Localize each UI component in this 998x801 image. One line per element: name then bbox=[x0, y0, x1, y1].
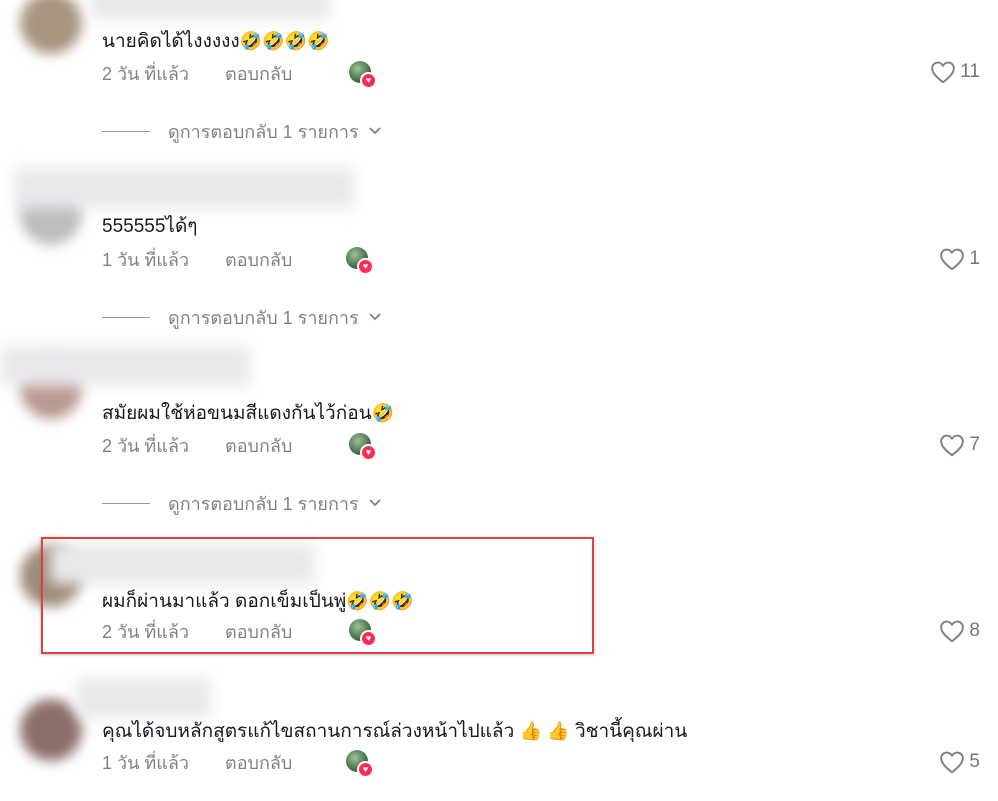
like-button[interactable]: 7 bbox=[939, 430, 980, 460]
chevron-down-icon bbox=[369, 313, 381, 321]
heart-outline-icon bbox=[940, 434, 965, 457]
reply-button[interactable]: ตอบกลับ bbox=[225, 247, 292, 273]
reply-button[interactable]: ตอบกลับ bbox=[225, 750, 292, 776]
divider bbox=[102, 316, 150, 318]
view-replies-label: ดูการตอบกลับ 1 รายการ bbox=[168, 121, 359, 142]
reply-button[interactable]: ตอบกลับ bbox=[225, 433, 292, 459]
username-blurred[interactable] bbox=[14, 168, 354, 208]
view-replies-button[interactable]: ดูการตอบกลับ 1 รายการ bbox=[102, 304, 383, 330]
heart-outline-icon bbox=[940, 620, 965, 643]
emoji: 👍 bbox=[519, 721, 542, 741]
comment-text-row: สมัยผมใช้ห่อขนมสีแดงกันไว้ก่อน🤣 bbox=[102, 400, 394, 427]
comment-text-row: 555555ได้ๆ bbox=[102, 214, 198, 240]
view-replies-label: ดูการตอบกลับ 1 รายการ bbox=[168, 493, 359, 514]
emoji: 🤣 bbox=[262, 31, 285, 51]
comment-meta: 2 วัน ที่แล้ว ตอบกลับ bbox=[102, 619, 292, 645]
comment-time: 2 วัน ที่แล้ว bbox=[102, 622, 190, 642]
comment-list: นายคิดได้ไงงงงง🤣🤣🤣🤣 2 วัน ที่แล้ว ตอบกลับ… bbox=[0, 0, 998, 801]
heart-icon: ♥ bbox=[357, 761, 374, 778]
heart-outline-icon bbox=[931, 61, 956, 84]
emoji: 🤣 bbox=[284, 31, 307, 51]
like-count: 5 bbox=[969, 751, 980, 772]
username-blurred[interactable] bbox=[0, 346, 250, 386]
comment-time: 2 วัน ที่แล้ว bbox=[102, 436, 190, 456]
comment-text-row: คุณได้จบหลักสูตรแก้ไขสถานการณ์ล่วงหน้าไป… bbox=[102, 718, 687, 745]
heart-icon: ♥ bbox=[357, 258, 374, 275]
reply-button[interactable]: ตอบกลับ bbox=[225, 619, 292, 645]
comment-text: นายคิดได้ไงงงงง bbox=[102, 31, 240, 52]
creator-liked-badge: ♥ bbox=[349, 61, 377, 89]
heart-icon: ♥ bbox=[360, 72, 377, 89]
divider bbox=[102, 502, 150, 504]
like-count: 11 bbox=[960, 61, 980, 82]
like-button[interactable]: 8 bbox=[939, 616, 980, 646]
creator-liked-badge: ♥ bbox=[346, 750, 374, 778]
view-replies-button[interactable]: ดูการตอบกลับ 1 รายการ bbox=[102, 118, 383, 144]
emoji: 👍 bbox=[547, 721, 570, 741]
comment-text: สมัยผมใช้ห่อขนมสีแดงกันไว้ก่อน bbox=[102, 403, 372, 424]
comment-text-after: วิชานี้คุณผ่าน bbox=[574, 721, 688, 742]
avatar[interactable] bbox=[20, 699, 82, 761]
comment-text: 555555ได้ๆ bbox=[102, 216, 198, 237]
emoji: 🤣 bbox=[346, 591, 369, 611]
chevron-down-icon bbox=[369, 499, 381, 507]
like-count: 7 bbox=[969, 434, 980, 455]
comment-time: 2 วัน ที่แล้ว bbox=[102, 64, 190, 84]
comment-meta: 2 วัน ที่แล้ว ตอบกลับ bbox=[102, 433, 292, 459]
comment-text-row: นายคิดได้ไงงงงง🤣🤣🤣🤣 bbox=[102, 28, 329, 55]
emoji: 🤣 bbox=[306, 31, 330, 51]
heart-outline-icon bbox=[940, 248, 965, 271]
comment-time: 1 วัน ที่แล้ว bbox=[102, 753, 190, 773]
username-blurred[interactable] bbox=[50, 544, 315, 584]
reply-button[interactable]: ตอบกลับ bbox=[225, 61, 292, 87]
avatar[interactable] bbox=[20, 0, 82, 54]
view-replies-button[interactable]: ดูการตอบกลับ 1 รายการ bbox=[102, 490, 383, 516]
comment-text: ผมก็ผ่านมาแล้ว ดอกเข็มเป็นพู่ bbox=[102, 591, 347, 612]
comment-meta: 2 วัน ที่แล้ว ตอบกลับ bbox=[102, 61, 292, 87]
comment-meta: 1 วัน ที่แล้ว ตอบกลับ bbox=[102, 750, 292, 776]
like-button[interactable]: 1 bbox=[939, 244, 980, 274]
like-count: 1 bbox=[969, 248, 980, 269]
emoji: 🤣 bbox=[368, 591, 392, 611]
username-blurred[interactable] bbox=[90, 0, 330, 20]
like-button[interactable]: 5 bbox=[939, 747, 980, 777]
creator-liked-badge: ♥ bbox=[346, 247, 374, 275]
view-replies-label: ดูการตอบกลับ 1 รายการ bbox=[168, 307, 359, 328]
like-count: 8 bbox=[969, 620, 980, 641]
username-blurred[interactable] bbox=[76, 678, 211, 718]
emoji: 🤣 bbox=[371, 403, 395, 423]
heart-icon: ♥ bbox=[360, 444, 377, 461]
chevron-down-icon bbox=[369, 127, 381, 135]
creator-liked-badge: ♥ bbox=[349, 619, 377, 647]
comment-time: 1 วัน ที่แล้ว bbox=[102, 250, 190, 270]
like-button[interactable]: 11 bbox=[930, 57, 980, 87]
emoji: 🤣 bbox=[391, 591, 414, 611]
comment-text-row: ผมก็ผ่านมาแล้ว ดอกเข็มเป็นพู่🤣🤣🤣 bbox=[102, 588, 414, 615]
heart-icon: ♥ bbox=[360, 630, 377, 647]
heart-outline-icon bbox=[940, 751, 965, 774]
emoji: 🤣 bbox=[239, 31, 263, 51]
comment-text: คุณได้จบหลักสูตรแก้ไขสถานการณ์ล่วงหน้าไป… bbox=[102, 721, 515, 742]
comment-meta: 1 วัน ที่แล้ว ตอบกลับ bbox=[102, 247, 292, 273]
creator-liked-badge: ♥ bbox=[349, 433, 377, 461]
divider bbox=[102, 130, 150, 132]
